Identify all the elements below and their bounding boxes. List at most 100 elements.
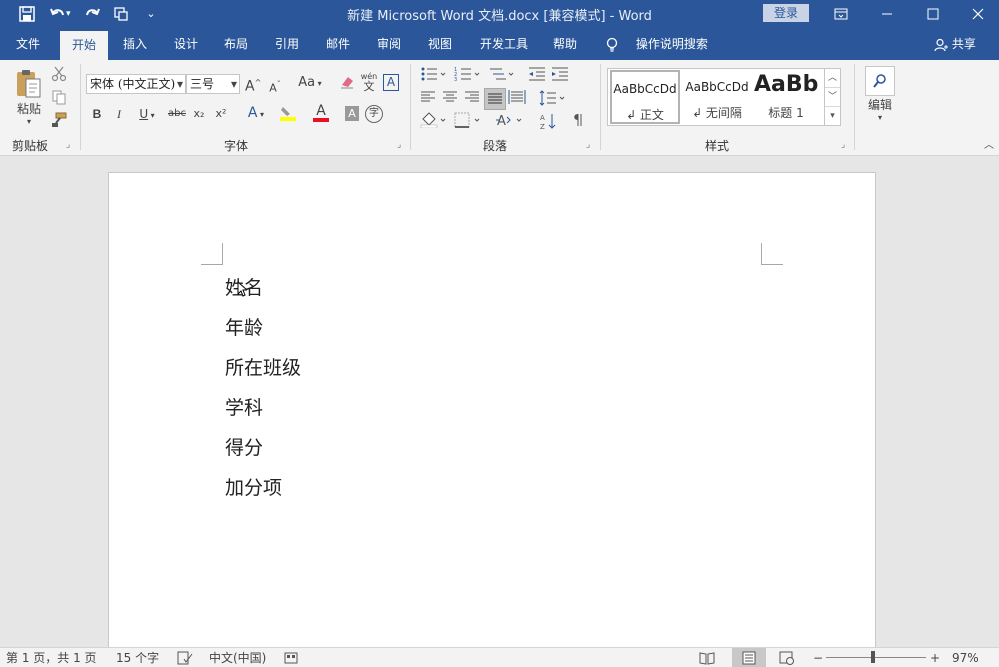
zoom-slider-track[interactable] — [826, 657, 926, 658]
cut-button[interactable] — [51, 66, 69, 84]
font-name-combo[interactable]: 宋体 (中文正文) ▾ — [86, 74, 186, 94]
document-line[interactable]: 年龄 — [225, 313, 263, 340]
borders-button[interactable] — [454, 112, 484, 130]
superscript-button[interactable]: x² — [212, 105, 230, 123]
highlight-button[interactable] — [274, 104, 302, 127]
maximize-icon[interactable] — [910, 0, 956, 28]
style-heading-1[interactable]: AaBb 标题 1 — [754, 70, 818, 124]
change-case-button[interactable]: Aa ▾ — [296, 74, 324, 93]
tab-insert[interactable]: 插入 — [112, 28, 158, 60]
tab-review[interactable]: 审阅 — [366, 28, 412, 60]
document-line[interactable]: 得分 — [225, 433, 263, 460]
font-launcher-icon[interactable]: ⌟ — [397, 140, 407, 150]
tab-mailings[interactable]: 邮件 — [315, 28, 361, 60]
bullets-button[interactable] — [420, 66, 450, 84]
tab-home[interactable]: 开始 — [60, 31, 108, 60]
tab-help[interactable]: 帮助 — [542, 28, 588, 60]
collapse-ribbon-icon[interactable]: ︿ — [982, 140, 996, 152]
login-button[interactable]: 登录 — [763, 4, 809, 22]
numbering-icon: 123 — [454, 67, 480, 82]
clipboard-launcher-icon[interactable]: ⌟ — [66, 140, 76, 150]
page-count[interactable]: 第 1 页，共 1 页 — [6, 649, 97, 667]
paragraph-launcher-icon[interactable]: ⌟ — [586, 140, 596, 150]
read-mode-icon[interactable] — [699, 649, 715, 667]
style-no-spacing[interactable]: AaBbCcDd ↲ 无间隔 — [682, 70, 752, 124]
character-border-button[interactable]: A — [383, 74, 399, 91]
increase-indent-icon — [552, 67, 568, 81]
phonetic-guide-button[interactable]: wén 文 — [360, 72, 378, 94]
find-icon — [865, 66, 895, 96]
show-marks-button[interactable] — [571, 112, 589, 130]
shrink-font-button[interactable]: Aˇ — [267, 76, 283, 98]
justify-button[interactable] — [484, 88, 506, 110]
align-left-icon — [421, 91, 435, 102]
style-sample: AaBb — [754, 72, 818, 97]
distributed-button[interactable] — [508, 90, 526, 108]
ribbon-display-options-icon[interactable] — [818, 0, 864, 28]
shading-button[interactable] — [420, 112, 450, 130]
underline-button[interactable]: U ▾ — [134, 105, 160, 125]
tab-developer[interactable]: 开发工具 — [471, 28, 537, 60]
multilevel-list-button[interactable] — [488, 66, 518, 84]
close-icon[interactable] — [955, 0, 999, 28]
document-line[interactable]: 加分项 — [225, 473, 282, 500]
share-button[interactable]: 共享 — [934, 28, 976, 60]
strikethrough-button[interactable]: abc — [166, 105, 188, 123]
macro-recording-icon[interactable] — [284, 649, 298, 667]
word-count[interactable]: 15 个字 — [116, 649, 159, 667]
format-painter-button[interactable] — [51, 112, 69, 130]
clipboard-icon — [17, 70, 41, 98]
zoom-slider-thumb[interactable] — [871, 651, 875, 663]
document-line[interactable]: 所在班级 — [225, 353, 301, 380]
status-bar: 第 1 页，共 1 页 15 个字 中文(中国) − + 97% — [0, 647, 999, 667]
grow-font-button[interactable]: A^ — [245, 74, 261, 96]
svg-text:A: A — [540, 114, 545, 122]
subscript-button[interactable]: x₂ — [190, 105, 208, 123]
scroll-down-icon[interactable]: ﹀ — [825, 88, 840, 107]
style-normal[interactable]: AaBbCcDd ↲ 正文 — [610, 70, 680, 124]
document-page[interactable]: 姓名 年龄 所在班级 学科 得分 加分项 — [108, 172, 876, 647]
zoom-level[interactable]: 97% — [952, 649, 979, 667]
sort-button[interactable]: AZ — [539, 112, 557, 130]
paste-dropdown-icon: ▾ — [26, 117, 31, 126]
font-color-button[interactable]: A — [308, 104, 334, 122]
tab-view[interactable]: 视图 — [417, 28, 463, 60]
increase-indent-button[interactable] — [551, 66, 571, 84]
italic-button[interactable]: I — [112, 105, 126, 123]
mouse-cursor-icon — [237, 281, 247, 297]
tab-layout[interactable]: 布局 — [213, 28, 259, 60]
character-shading-button[interactable]: A — [345, 106, 359, 121]
tab-file[interactable]: 文件 — [4, 28, 52, 60]
styles-launcher-icon[interactable]: ⌟ — [841, 140, 851, 150]
language-indicator[interactable]: 中文(中国) — [209, 649, 266, 667]
bold-button[interactable]: B — [90, 105, 104, 123]
tab-design[interactable]: 设计 — [163, 28, 209, 60]
proofing-icon[interactable] — [177, 649, 193, 667]
editing-button[interactable]: 编辑 ▾ — [864, 66, 896, 132]
font-size-value: 三号 — [190, 77, 215, 91]
align-left-button[interactable] — [420, 90, 438, 108]
align-center-button[interactable] — [442, 90, 460, 108]
scroll-up-icon[interactable]: ︿ — [825, 69, 840, 88]
font-size-combo[interactable]: 三号 ▾ — [186, 74, 240, 94]
copy-button[interactable] — [51, 89, 69, 107]
document-line[interactable]: 学科 — [225, 393, 263, 420]
numbering-button[interactable]: 123 — [454, 66, 484, 84]
more-styles-icon[interactable]: ▾ — [825, 107, 840, 126]
zoom-in-button[interactable]: + — [930, 649, 940, 667]
enclose-characters-button[interactable]: 字 — [365, 105, 383, 123]
clear-formatting-button[interactable] — [339, 74, 357, 90]
web-layout-icon[interactable] — [779, 649, 795, 667]
minimize-icon[interactable] — [864, 0, 910, 28]
tab-references[interactable]: 引用 — [264, 28, 310, 60]
zoom-out-button[interactable]: − — [813, 649, 823, 667]
text-effects-button[interactable]: A ▾ — [242, 104, 270, 124]
print-layout-icon[interactable] — [732, 648, 766, 667]
tell-me-search[interactable]: 操作说明搜索 — [606, 28, 708, 60]
decrease-indent-button[interactable] — [528, 66, 548, 84]
chinese-layout-button[interactable]: A — [496, 112, 526, 130]
line-spacing-button[interactable] — [539, 90, 567, 108]
sort-icon: AZ — [540, 114, 556, 130]
align-right-button[interactable] — [464, 90, 482, 108]
paste-button[interactable]: 粘贴 ▾ — [14, 68, 44, 126]
